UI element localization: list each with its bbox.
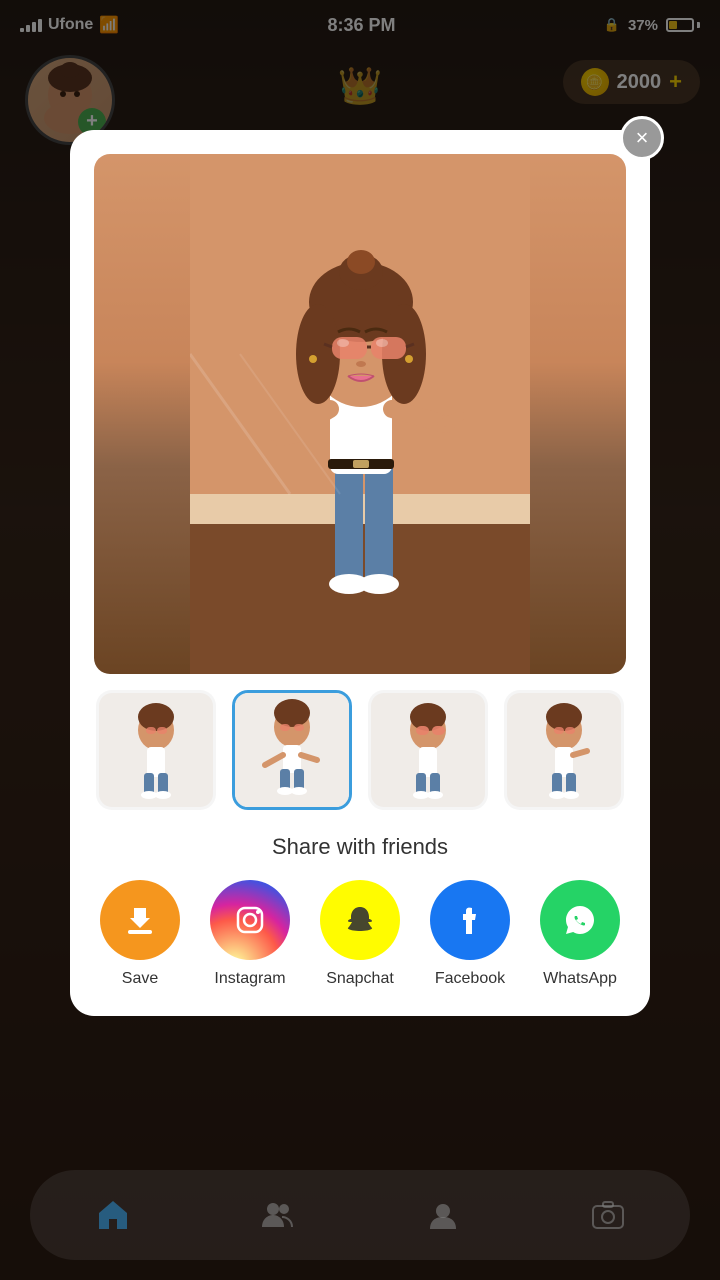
thumbnail-1[interactable] (96, 690, 216, 810)
facebook-label: Facebook (435, 970, 505, 988)
instagram-button[interactable]: Instagram (210, 880, 290, 988)
thumbnail-3[interactable] (368, 690, 488, 810)
close-button[interactable]: × (620, 116, 664, 160)
facebook-button[interactable]: Facebook (430, 880, 510, 988)
facebook-icon (430, 880, 510, 960)
thumbnail-2[interactable] (232, 690, 352, 810)
save-button[interactable]: Save (100, 880, 180, 988)
share-buttons: Save Instagram (94, 880, 626, 988)
whatsapp-label: WhatsApp (543, 970, 617, 988)
thumbnail-strip (70, 690, 650, 826)
avatar-display (94, 154, 626, 674)
save-icon (100, 880, 180, 960)
snapchat-button[interactable]: Snapchat (320, 880, 400, 988)
thumbnail-4[interactable] (504, 690, 624, 810)
snapchat-label: Snapchat (326, 970, 394, 988)
whatsapp-icon (540, 880, 620, 960)
share-section: Share with friends Save (70, 826, 650, 1016)
snapchat-icon (320, 880, 400, 960)
instagram-label: Instagram (214, 970, 285, 988)
share-modal: × (70, 130, 650, 1016)
save-label: Save (122, 970, 158, 988)
instagram-icon (210, 880, 290, 960)
close-icon: × (636, 125, 649, 151)
avatar-svg (190, 154, 530, 674)
modal-overlay: × (0, 0, 720, 1280)
whatsapp-button[interactable]: WhatsApp (540, 880, 620, 988)
share-title: Share with friends (94, 834, 626, 860)
